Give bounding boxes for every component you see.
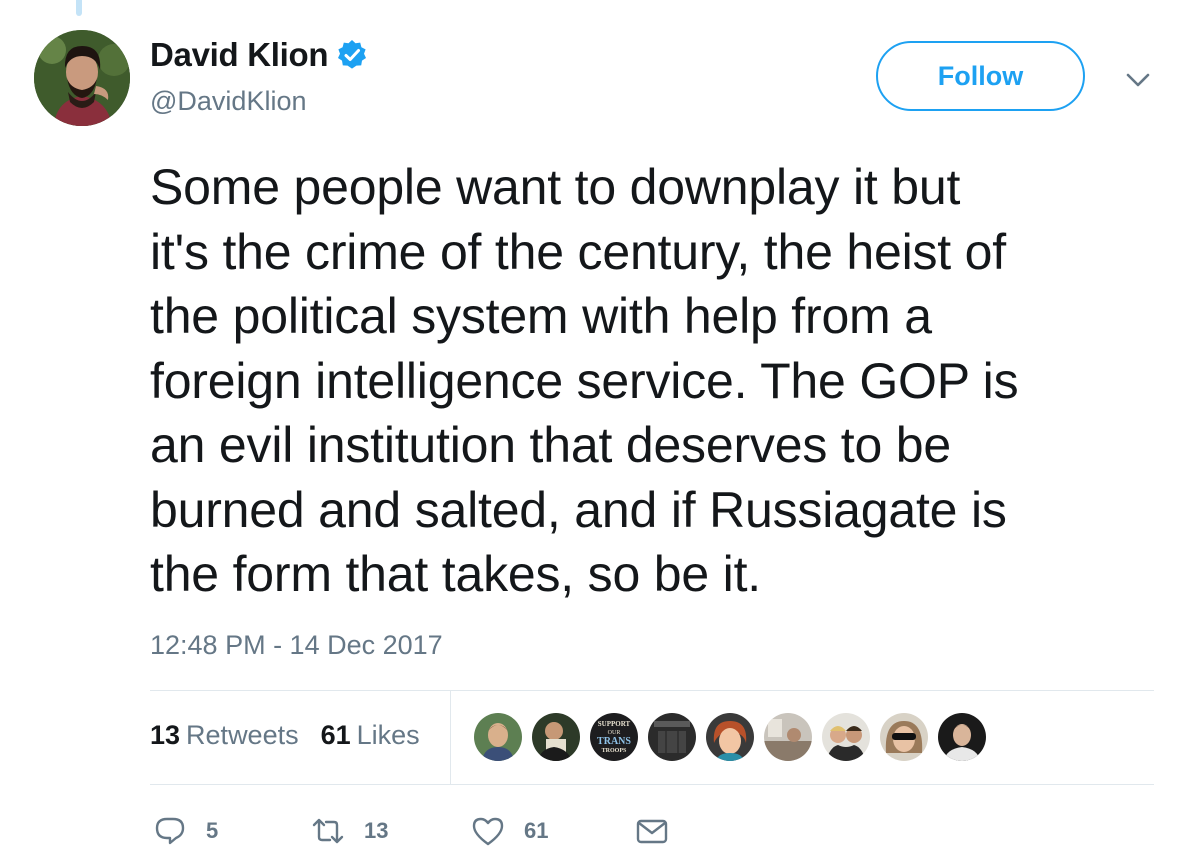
retweets-stat-label: Retweets [186, 720, 299, 750]
likes-stat[interactable]: 61 Likes [321, 720, 420, 751]
liker-avatar[interactable] [764, 713, 812, 761]
thread-connector-line [76, 0, 82, 16]
retweet-action[interactable]: 13 [310, 806, 388, 856]
like-count: 61 [524, 818, 549, 843]
verified-badge-icon [336, 39, 368, 71]
direct-message-icon [634, 813, 670, 849]
liker-avatars: SUPPORT OUR TRANS TROOPS [474, 713, 996, 761]
author-display-name[interactable]: David Klion [150, 36, 329, 74]
direct-message-action[interactable] [634, 806, 670, 856]
tweet-timestamp[interactable]: 12:48 PM - 14 Dec 2017 [150, 630, 443, 661]
liker-avatar[interactable] [532, 713, 580, 761]
trans-text: TRANS [597, 736, 631, 747]
liker-avatar[interactable] [938, 713, 986, 761]
reply-count: 5 [206, 818, 219, 843]
liker-avatar[interactable] [648, 713, 696, 761]
liker-avatar[interactable] [880, 713, 928, 761]
chevron-down-icon[interactable] [1124, 66, 1152, 94]
tweet-text: Some people want to downplay it but it's… [150, 159, 1019, 602]
author-name-row: David Klion [150, 36, 368, 74]
tweet-actions: 5 13 61 [150, 806, 1150, 856]
liker-avatar[interactable]: SUPPORT OUR TRANS TROOPS [590, 713, 638, 761]
likes-stat-label: Likes [356, 720, 420, 750]
support-text: SUPPORT [598, 720, 631, 728]
likes-stat-count: 61 [320, 720, 351, 750]
liker-avatar[interactable] [706, 713, 754, 761]
stats-vertical-divider [450, 690, 451, 784]
troops-text: TROOPS [602, 748, 627, 754]
like-action[interactable]: 61 [470, 806, 548, 856]
retweets-stat-count: 13 [150, 720, 181, 750]
liker-avatar[interactable] [474, 713, 522, 761]
author-handle[interactable]: @DavidKlion [150, 86, 306, 117]
stats-bottom-divider [150, 784, 1154, 785]
reply-action[interactable]: 5 [152, 806, 218, 856]
liker-avatar[interactable] [822, 713, 870, 761]
retweet-count: 13 [364, 818, 389, 843]
engagement-stats: 13 Retweets 61 Likes [150, 720, 420, 751]
stats-top-divider [150, 690, 1154, 691]
like-icon [470, 813, 506, 849]
retweet-icon [310, 813, 346, 849]
author-avatar[interactable] [34, 30, 130, 126]
follow-button[interactable]: Follow [876, 41, 1085, 111]
retweets-stat[interactable]: 13 Retweets [150, 720, 299, 751]
reply-icon [152, 813, 188, 849]
